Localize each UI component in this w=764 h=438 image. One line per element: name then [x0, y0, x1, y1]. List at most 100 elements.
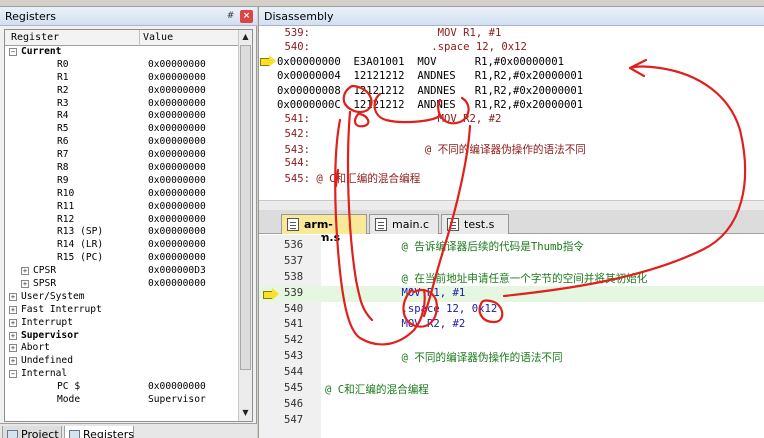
- register-value[interactable]: 0x00000000: [148, 239, 206, 250]
- code-line[interactable]: 536 @ 告诉编译器后续的代码是Thumb指令: [259, 238, 764, 254]
- register-name: R8: [57, 162, 69, 174]
- code-line[interactable]: 541 MOV R2, #2: [259, 317, 764, 333]
- close-icon[interactable]: ×: [240, 10, 253, 23]
- register-value[interactable]: 0x00000000: [148, 214, 206, 225]
- register-value[interactable]: Supervisor: [148, 394, 206, 405]
- register-row[interactable]: + Fast Interrupt: [5, 304, 237, 317]
- expand-icon[interactable]: +: [21, 267, 29, 276]
- code-line[interactable]: 545 @ C和汇编的混合编程: [259, 381, 764, 397]
- register-row[interactable]: R0 0x00000000: [5, 59, 237, 72]
- column-register[interactable]: Register: [11, 32, 59, 43]
- register-value[interactable]: 0x00000000: [148, 72, 206, 83]
- disassembly-line[interactable]: 0x0000000C 12121212 ANDNES R1,R2,#0x2000…: [259, 99, 764, 113]
- register-value[interactable]: 0x00000000: [148, 110, 206, 121]
- register-row[interactable]: − Internal: [5, 368, 237, 381]
- disassembly-line[interactable]: 0x00000000 E3A01001 MOV R1,#0x00000001: [259, 54, 764, 70]
- expand-icon[interactable]: +: [9, 292, 17, 301]
- register-value[interactable]: 0x00000000: [148, 123, 206, 134]
- register-value[interactable]: 0x00000000: [148, 162, 206, 173]
- register-value[interactable]: 0x000000D3: [148, 265, 206, 276]
- column-divider[interactable]: [139, 30, 140, 46]
- register-row[interactable]: R8 0x00000000: [5, 162, 237, 175]
- disassembly-scrollbar[interactable]: [259, 200, 764, 210]
- scroll-down-icon[interactable]: ▼: [239, 406, 252, 420]
- code-line[interactable]: 540 .space 12, 0x12: [259, 302, 764, 318]
- disassembly-line[interactable]: 0x00000008 12121212 ANDNES R1,R2,#0x2000…: [259, 85, 764, 99]
- register-row[interactable]: R6 0x00000000: [5, 136, 237, 149]
- code-line[interactable]: 542: [259, 333, 764, 349]
- register-row[interactable]: Mode Supervisor: [5, 394, 237, 407]
- source-line[interactable]: 542:: [259, 128, 764, 142]
- expand-icon[interactable]: +: [9, 318, 17, 327]
- code-line[interactable]: 543 @ 不同的编译器伪操作的语法不同: [259, 349, 764, 365]
- scroll-up-icon[interactable]: ▲: [239, 30, 252, 44]
- code-line[interactable]: 538 @ 在当前地址申请任意一个字节的空间并将其初始化: [259, 270, 764, 286]
- code-line[interactable]: 539 MOV R1, #1: [259, 285, 764, 302]
- source-line[interactable]: 539: MOV R1, #1: [259, 27, 764, 41]
- tab-arm-asm[interactable]: arm-asm.s: [281, 214, 367, 244]
- register-row[interactable]: R1 0x00000000: [5, 72, 237, 85]
- register-row[interactable]: R14 (LR) 0x00000000: [5, 239, 237, 252]
- tab-main-c[interactable]: main.c: [369, 214, 439, 234]
- code-editor[interactable]: 536 @ 告诉编译器后续的代码是Thumb指令 537 538 @ 在当前地址申请…: [259, 238, 764, 429]
- registers-scrollbar[interactable]: ▲ ▼: [238, 30, 252, 421]
- register-value[interactable]: 0x00000000: [148, 85, 206, 96]
- column-value[interactable]: Value: [143, 32, 173, 43]
- source-line[interactable]: 545: @ C和汇编的混合编程: [259, 171, 764, 185]
- register-row[interactable]: R10 0x00000000: [5, 188, 237, 201]
- expand-icon[interactable]: +: [9, 331, 17, 340]
- register-row[interactable]: + SPSR 0x00000000: [5, 278, 237, 291]
- register-value[interactable]: 0x00000000: [148, 98, 206, 109]
- register-value[interactable]: 0x00000000: [148, 188, 206, 199]
- code-line[interactable]: 547: [259, 413, 764, 429]
- register-row[interactable]: + User/System: [5, 291, 237, 304]
- register-row[interactable]: R4 0x00000000: [5, 110, 237, 123]
- disassembly-listing: 539: MOV R1, #1 540: .space 12, 0x12 0x00…: [259, 27, 764, 185]
- register-row[interactable]: R15 (PC) 0x00000000: [5, 252, 237, 265]
- register-value[interactable]: 0x00000000: [148, 149, 206, 160]
- scroll-thumb[interactable]: [240, 45, 251, 370]
- register-value[interactable]: 0x00000000: [148, 136, 206, 147]
- register-value[interactable]: 0x00000000: [148, 201, 206, 212]
- register-value[interactable]: 0x00000000: [148, 278, 206, 289]
- register-row[interactable]: R9 0x00000000: [5, 175, 237, 188]
- register-row[interactable]: R13 (SP) 0x00000000: [5, 226, 237, 239]
- source-line[interactable]: 543: @ 不同的编译器伪操作的语法不同: [259, 142, 764, 156]
- register-name: R2: [57, 84, 69, 96]
- collapse-icon[interactable]: −: [9, 370, 17, 379]
- register-row[interactable]: R5 0x00000000: [5, 123, 237, 136]
- register-row[interactable]: R12 0x00000000: [5, 214, 237, 227]
- tab-project[interactable]: Project: [2, 426, 62, 438]
- register-row[interactable]: + Interrupt: [5, 317, 237, 330]
- collapse-icon[interactable]: −: [9, 48, 17, 56]
- tab-registers[interactable]: Registers: [64, 426, 134, 438]
- expand-icon[interactable]: +: [9, 344, 17, 353]
- register-value[interactable]: 0x00000000: [148, 252, 206, 263]
- register-row[interactable]: R7 0x00000000: [5, 149, 237, 162]
- source-line[interactable]: 540: .space 12, 0x12: [259, 41, 764, 55]
- register-row[interactable]: R11 0x00000000: [5, 201, 237, 214]
- register-row[interactable]: R3 0x00000000: [5, 98, 237, 111]
- register-value[interactable]: 0x00000000: [148, 175, 206, 186]
- disassembly-line[interactable]: 0x00000004 12121212 ANDNES R1,R2,#0x2000…: [259, 70, 764, 84]
- source-line[interactable]: 544:: [259, 157, 764, 171]
- register-row[interactable]: PC $ 0x00000000: [5, 381, 237, 394]
- register-row[interactable]: + Abort: [5, 342, 237, 355]
- expand-icon[interactable]: +: [9, 357, 17, 366]
- register-row[interactable]: + CPSR 0x000000D3: [5, 265, 237, 278]
- register-value[interactable]: 0x00000000: [148, 226, 206, 237]
- register-row[interactable]: − Current: [5, 46, 237, 59]
- pin-icon[interactable]: #: [224, 10, 237, 23]
- code-line[interactable]: 537: [259, 254, 764, 270]
- register-row[interactable]: + Undefined: [5, 355, 237, 368]
- expand-icon[interactable]: +: [9, 305, 17, 314]
- register-row[interactable]: R2 0x00000000: [5, 85, 237, 98]
- code-line[interactable]: 544: [259, 365, 764, 381]
- source-line[interactable]: 541: MOV R2, #2: [259, 113, 764, 127]
- tab-test-s[interactable]: test.s: [441, 214, 509, 234]
- code-line[interactable]: 546: [259, 397, 764, 413]
- register-value[interactable]: 0x00000000: [148, 381, 206, 392]
- register-value[interactable]: 0x00000000: [148, 59, 206, 70]
- expand-icon[interactable]: +: [21, 280, 29, 289]
- register-row[interactable]: + Supervisor: [5, 330, 237, 343]
